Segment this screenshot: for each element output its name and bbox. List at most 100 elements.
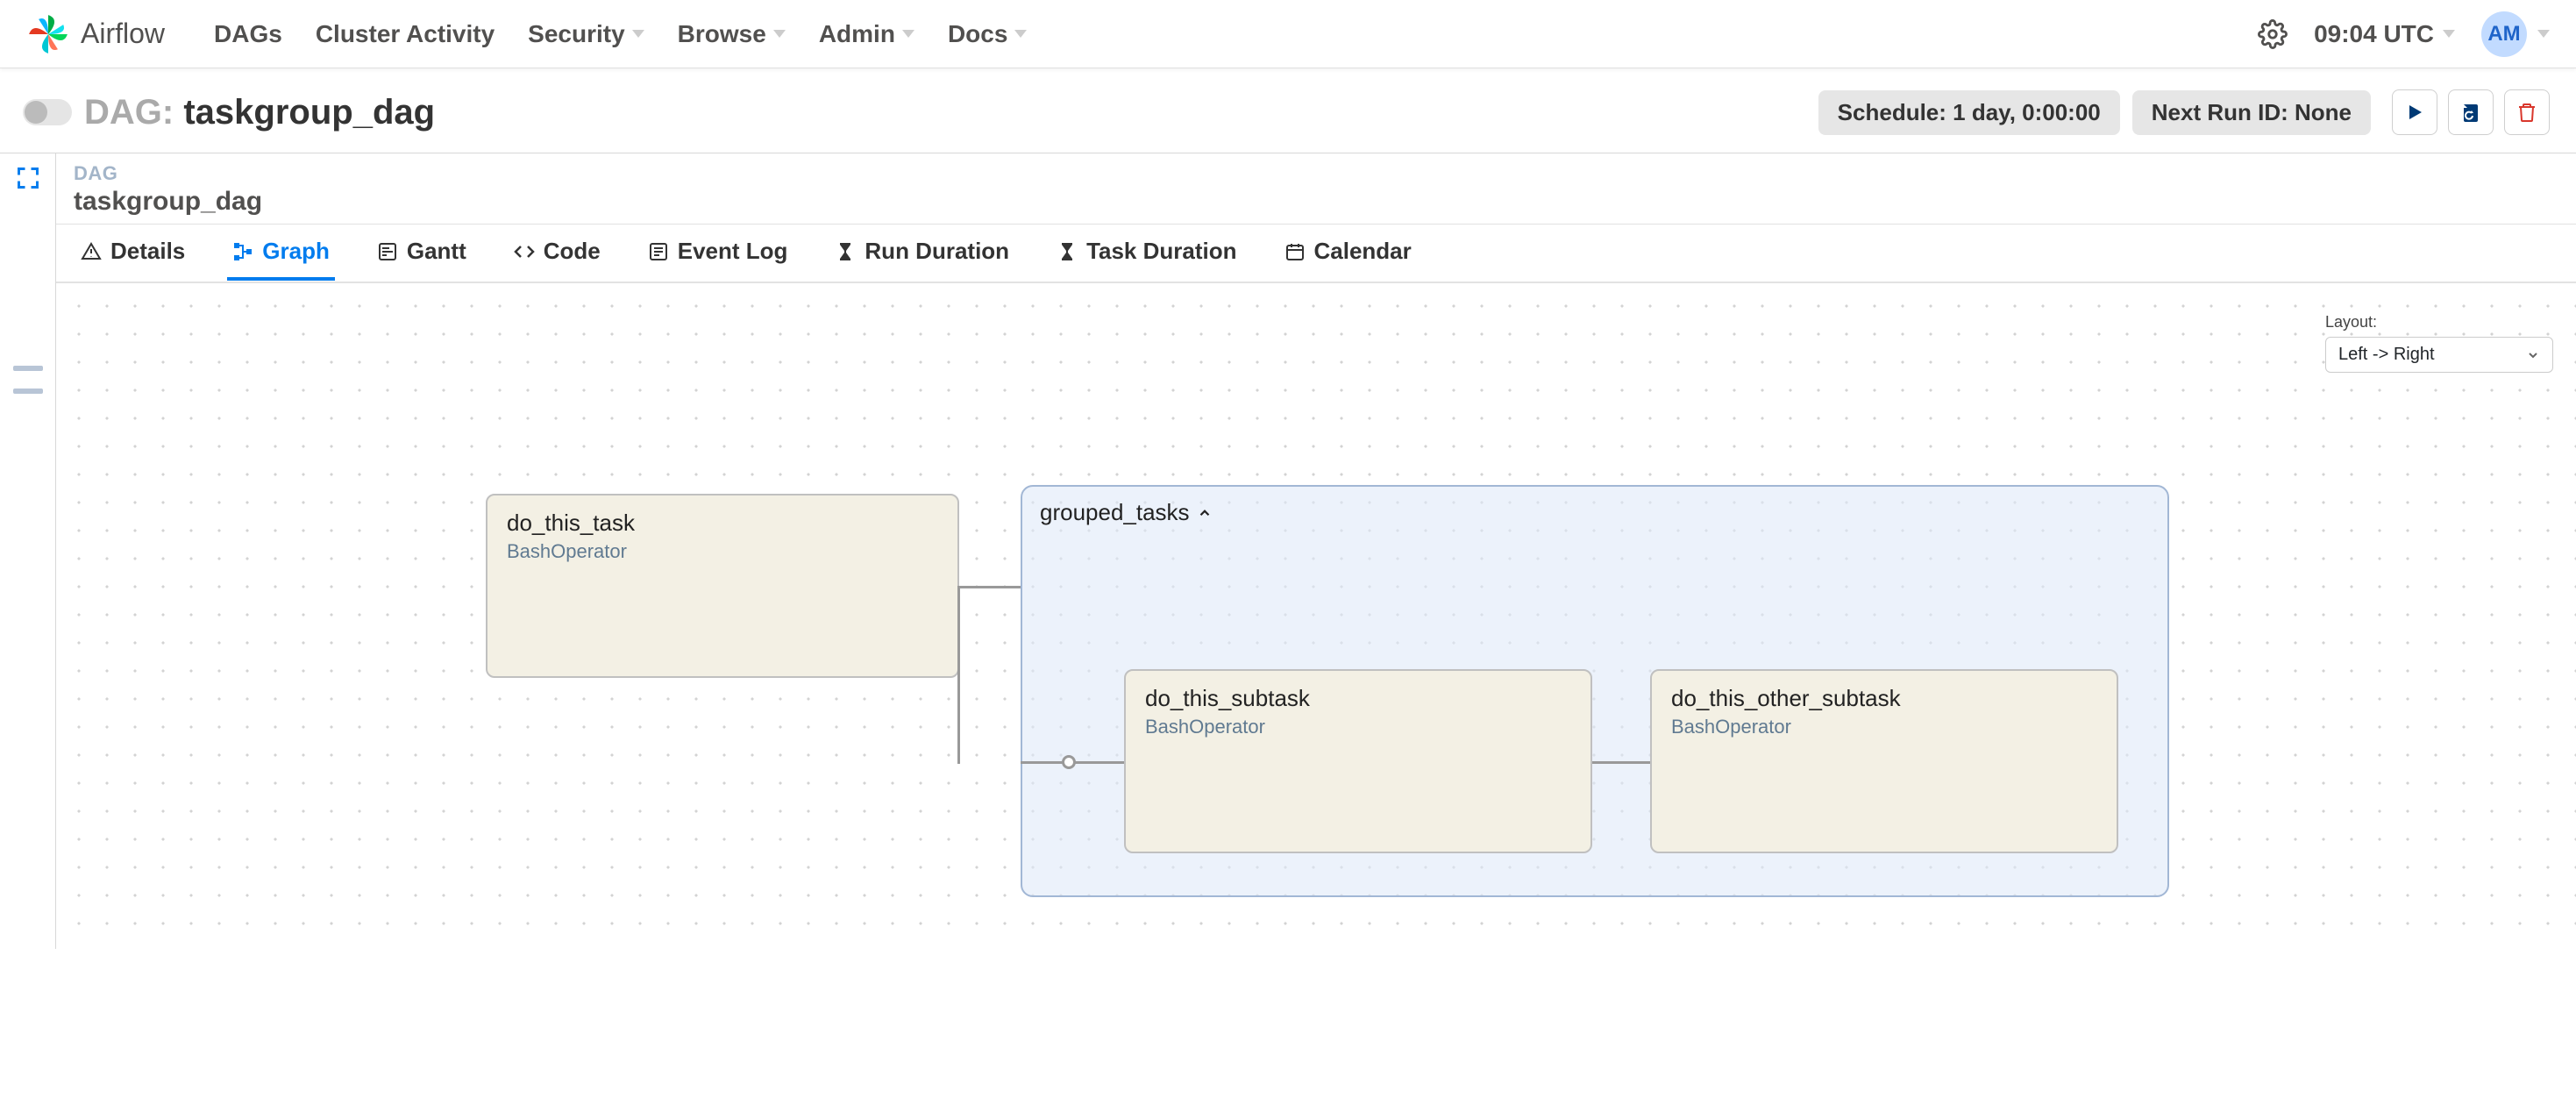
layout-label: Layout: (2325, 313, 2553, 332)
airflow-pinwheel-icon (26, 12, 70, 56)
tab-label: Gantt (407, 238, 466, 265)
caret-down-icon (1014, 30, 1027, 38)
graph-edge-endpoint (1062, 755, 1076, 769)
nav-label: Admin (819, 20, 895, 48)
layout-select[interactable]: Left -> Right (2325, 337, 2553, 373)
code-icon (514, 241, 535, 262)
nav-label: Browse (678, 20, 766, 48)
gear-icon[interactable] (2258, 19, 2288, 49)
task-node-do-this-task[interactable]: do_this_task BashOperator (486, 494, 959, 678)
graph-edge (959, 586, 1021, 588)
content-row: DAG taskgroup_dag Details Graph Gantt Co… (0, 153, 2576, 949)
nav-label: Security (528, 20, 625, 48)
task-node-do-this-other-subtask[interactable]: do_this_other_subtask BashOperator (1650, 669, 2118, 853)
task-group-title: grouped_tasks (1022, 487, 2167, 538)
layout-value: Left -> Right (2338, 345, 2435, 365)
nav-menu: DAGs Cluster Activity Security Browse Ad… (214, 20, 1027, 48)
tab-details[interactable]: Details (75, 225, 190, 281)
graph-edge (957, 586, 960, 764)
view-tabs: Details Graph Gantt Code Event Log Run D… (56, 225, 2576, 282)
tab-task-duration[interactable]: Task Duration (1051, 225, 1242, 281)
next-run-pill[interactable]: Next Run ID: None (2132, 90, 2371, 135)
navbar-right: 09:04 UTC AM (2258, 11, 2550, 57)
expand-icon[interactable] (16, 166, 40, 190)
caret-down-icon (2537, 30, 2550, 38)
nav-browse[interactable]: Browse (678, 20, 786, 48)
task-node-name: do_this_subtask (1145, 685, 1571, 712)
hourglass-icon (835, 241, 856, 262)
tab-label: Code (544, 238, 601, 265)
nav-dags[interactable]: DAGs (214, 20, 282, 48)
user-menu[interactable]: AM (2481, 11, 2550, 57)
grid-strip[interactable] (13, 389, 43, 394)
dag-title: DAG: taskgroup_dag (84, 93, 435, 132)
task-node-operator: BashOperator (1671, 716, 2097, 738)
chevron-up-icon (1197, 505, 1213, 521)
dag-title-name: taskgroup_dag (183, 93, 435, 132)
toggle-knob (25, 101, 47, 124)
warning-icon (81, 241, 102, 262)
calendar-icon (1284, 241, 1306, 262)
tab-calendar[interactable]: Calendar (1279, 225, 1417, 281)
tab-run-duration[interactable]: Run Duration (829, 225, 1014, 281)
nav-docs[interactable]: Docs (948, 20, 1027, 48)
hourglass-icon (1057, 241, 1078, 262)
layout-control: Layout: Left -> Right (2325, 313, 2553, 373)
task-node-operator: BashOperator (1145, 716, 1571, 738)
trigger-dag-button[interactable] (2392, 89, 2437, 135)
gantt-icon (377, 241, 398, 262)
refresh-dag-button[interactable] (2448, 89, 2494, 135)
reparse-icon (2460, 102, 2481, 123)
dag-action-buttons (2392, 89, 2550, 135)
left-gutter (0, 153, 56, 949)
chevron-down-icon (2526, 348, 2540, 362)
panel-header: DAG taskgroup_dag (56, 153, 2576, 225)
caret-down-icon (632, 30, 644, 38)
nav-security[interactable]: Security (528, 20, 644, 48)
tab-event-log[interactable]: Event Log (643, 225, 793, 281)
graph-edge (1592, 761, 1650, 764)
grid-strip[interactable] (13, 366, 43, 371)
nav-cluster-activity[interactable]: Cluster Activity (316, 20, 495, 48)
nav-label: DAGs (214, 20, 282, 48)
brand[interactable]: Airflow (26, 12, 165, 56)
pill-text: Next Run ID: None (2152, 99, 2352, 125)
graph-icon (232, 241, 253, 262)
task-node-do-this-subtask[interactable]: do_this_subtask BashOperator (1124, 669, 1592, 853)
top-navbar: Airflow DAGs Cluster Activity Security B… (0, 0, 2576, 68)
tab-code[interactable]: Code (509, 225, 606, 281)
nav-admin[interactable]: Admin (819, 20, 914, 48)
caret-down-icon (773, 30, 786, 38)
delete-dag-button[interactable] (2504, 89, 2550, 135)
nav-label: Cluster Activity (316, 20, 495, 48)
clock-display[interactable]: 09:04 UTC (2314, 20, 2455, 48)
play-icon (2404, 102, 2425, 123)
tab-graph[interactable]: Graph (227, 225, 335, 281)
schedule-pill[interactable]: Schedule: 1 day, 0:00:00 (1818, 90, 2120, 135)
tab-label: Details (110, 238, 185, 265)
task-node-name: do_this_task (507, 510, 938, 537)
avatar-initials: AM (2487, 22, 2520, 46)
tab-label: Run Duration (865, 238, 1009, 265)
trash-icon (2516, 102, 2537, 123)
panel-title: taskgroup_dag (74, 187, 2558, 217)
caret-down-icon (902, 30, 914, 38)
tab-label: Event Log (678, 238, 788, 265)
task-node-name: do_this_other_subtask (1671, 685, 2097, 712)
caret-down-icon (2443, 30, 2455, 38)
list-icon (648, 241, 669, 262)
graph-canvas[interactable]: Layout: Left -> Right do_this_task BashO… (56, 282, 2576, 949)
main-panel: DAG taskgroup_dag Details Graph Gantt Co… (56, 153, 2576, 949)
dag-title-prefix: DAG: (84, 93, 174, 132)
group-name-text: grouped_tasks (1040, 499, 1190, 526)
tab-label: Graph (262, 238, 330, 265)
pill-text: Schedule: 1 day, 0:00:00 (1838, 99, 2101, 125)
clock-text: 09:04 UTC (2314, 20, 2434, 48)
brand-text: Airflow (81, 18, 165, 50)
dag-header-row: DAG: taskgroup_dag Schedule: 1 day, 0:00… (0, 68, 2576, 153)
dag-pause-toggle[interactable] (23, 99, 72, 125)
tab-gantt[interactable]: Gantt (372, 225, 472, 281)
task-node-operator: BashOperator (507, 540, 938, 563)
tab-label: Task Duration (1086, 238, 1236, 265)
avatar: AM (2481, 11, 2527, 57)
